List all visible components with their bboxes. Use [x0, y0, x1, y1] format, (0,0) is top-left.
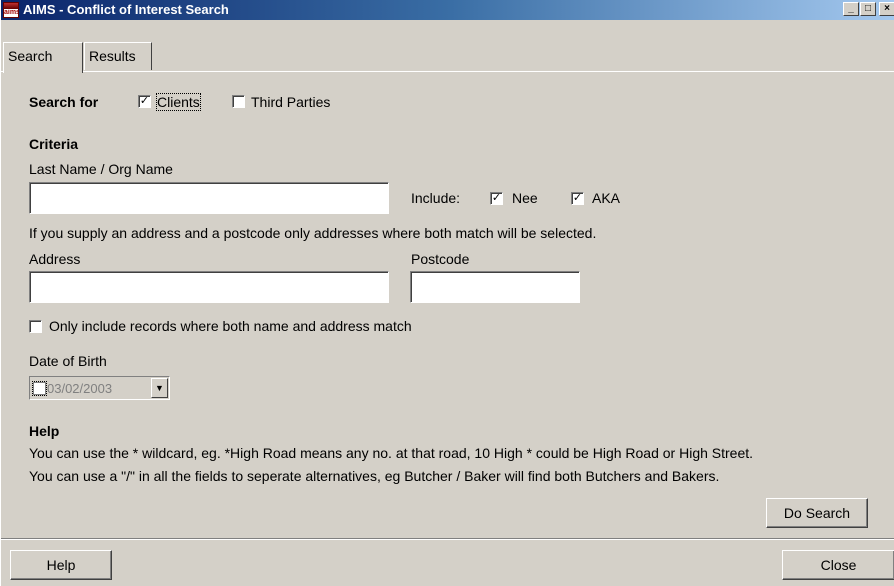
- aims-app-icon: aims: [3, 2, 19, 18]
- both-match-checkbox[interactable]: [29, 320, 42, 333]
- minimize-icon: _: [848, 3, 854, 14]
- footer-divider: [1, 538, 894, 540]
- maximize-icon: □: [864, 3, 872, 14]
- tab-results-label: Results: [89, 48, 136, 64]
- maximize-button[interactable]: □: [860, 2, 876, 16]
- name-label: Last Name / Org Name: [29, 161, 173, 177]
- minimize-button[interactable]: _: [843, 2, 859, 16]
- name-input[interactable]: [29, 182, 389, 214]
- third-parties-label[interactable]: Third Parties: [251, 94, 330, 110]
- conflict-search-window: aims AIMS - Conflict of Interest Search …: [0, 0, 894, 586]
- nee-checkbox[interactable]: ✓: [490, 192, 503, 205]
- checkmark-icon: ✓: [139, 95, 150, 107]
- include-label: Include:: [411, 190, 461, 206]
- postcode-input[interactable]: [410, 271, 580, 303]
- aka-label[interactable]: AKA: [592, 190, 620, 206]
- tab-search-label: Search: [8, 48, 53, 64]
- dob-label: Date of Birth: [29, 353, 107, 369]
- aka-checkbox[interactable]: ✓: [571, 192, 584, 205]
- nee-label[interactable]: Nee: [512, 190, 538, 206]
- checkmark-icon: ✓: [491, 192, 502, 204]
- title-bar[interactable]: aims AIMS - Conflict of Interest Search …: [1, 0, 894, 20]
- criteria-heading: Criteria: [29, 136, 79, 152]
- window-title: AIMS - Conflict of Interest Search: [23, 2, 229, 17]
- dob-enable-checkbox[interactable]: [32, 381, 47, 396]
- search-for-label: Search for: [29, 94, 99, 110]
- third-parties-checkbox[interactable]: [232, 95, 245, 108]
- address-label: Address: [29, 251, 81, 267]
- clients-checkbox[interactable]: ✓: [138, 95, 151, 108]
- dob-value: 03/02/2003: [47, 381, 113, 396]
- help-button[interactable]: Help: [10, 550, 112, 580]
- close-button[interactable]: Close: [782, 550, 894, 580]
- dob-date-picker[interactable]: 03/02/2003 ▼: [29, 376, 170, 400]
- clients-label[interactable]: Clients: [156, 93, 201, 111]
- dob-dropdown-button[interactable]: ▼: [151, 378, 168, 398]
- do-search-button[interactable]: Do Search: [766, 498, 868, 528]
- address-input[interactable]: [29, 271, 389, 303]
- close-icon: ×: [884, 3, 890, 14]
- close-window-button[interactable]: ×: [879, 2, 894, 16]
- checkmark-icon: ✓: [572, 192, 583, 204]
- help-line-2: You can use a "/" in all the fields to s…: [29, 468, 720, 484]
- chevron-down-icon: ▼: [155, 383, 164, 393]
- postcode-label: Postcode: [411, 251, 470, 267]
- tab-results[interactable]: Results: [84, 42, 152, 70]
- help-line-1: You can use the * wildcard, eg. *High Ro…: [29, 445, 754, 461]
- help-heading: Help: [29, 423, 60, 439]
- search-panel: [1, 71, 894, 536]
- address-note: If you supply an address and a postcode …: [29, 225, 597, 241]
- tab-search[interactable]: Search: [3, 42, 83, 73]
- both-match-label[interactable]: Only include records where both name and…: [49, 318, 412, 334]
